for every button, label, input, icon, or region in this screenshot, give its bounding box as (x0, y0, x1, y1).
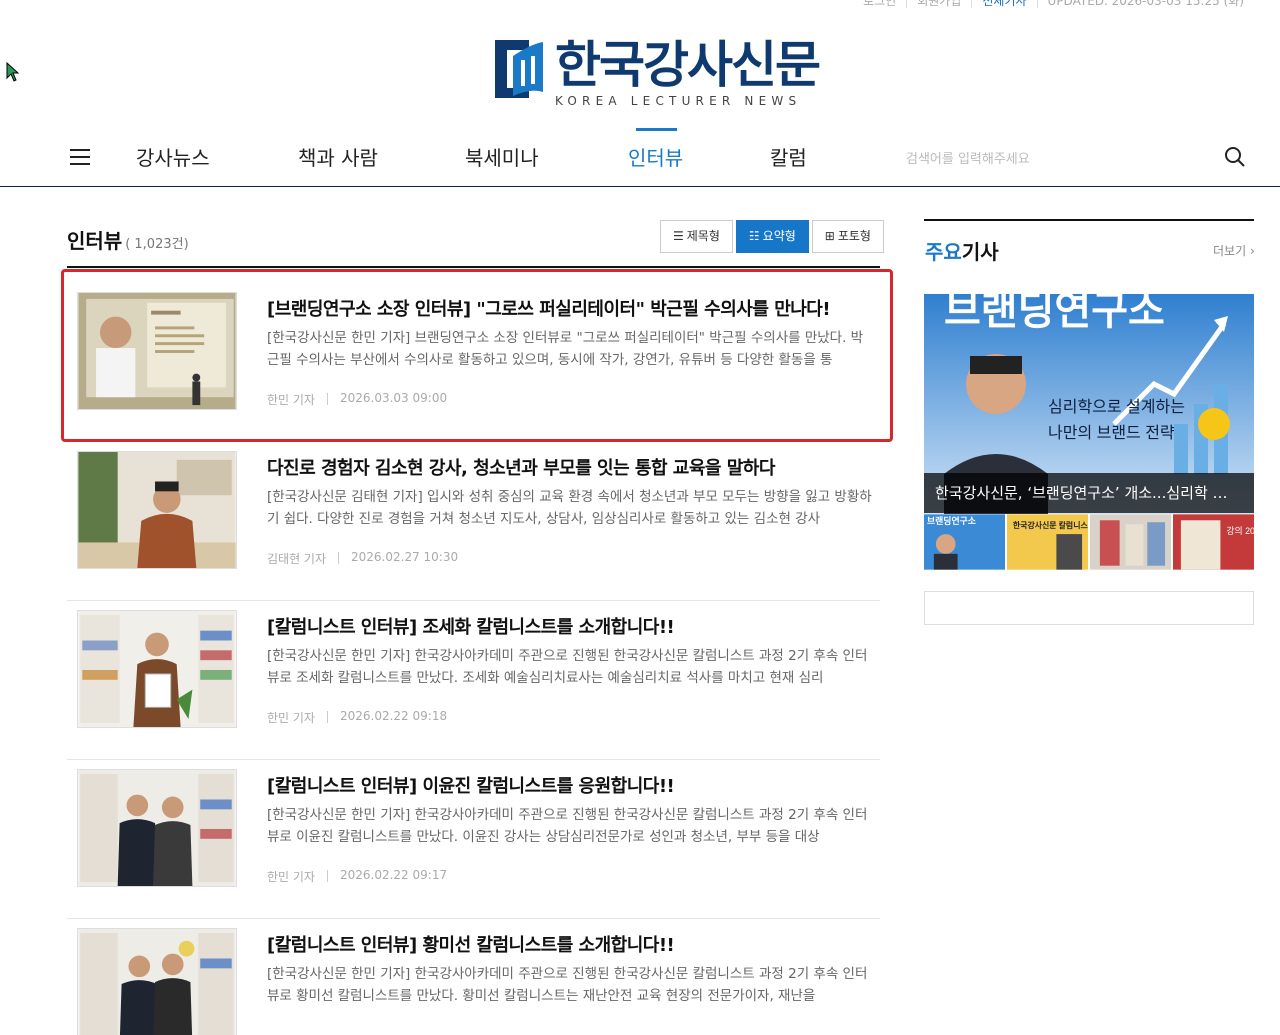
menu-icon[interactable] (70, 149, 90, 165)
featured-article-caption[interactable]: 한국강사신문, ‘브랜딩연구소’ 개소...심리학 … (924, 473, 1254, 513)
article-meta: 김태현 기자 2026.02.27 10:30 (267, 550, 458, 567)
feature-banner-title: 브랜딩연구소 (944, 294, 1165, 333)
list-divider (67, 266, 880, 268)
utility-bar: 로그인 회원가입 전체기사 UPDATED. 2026-03-03 15:25 … (853, 0, 1254, 8)
article-title[interactable]: [칼럼니스트 인터뷰] 이윤진 칼럼니스트를 응원합니다!! (267, 772, 675, 798)
feature-banner-line2: 나만의 브랜드 전략 (1048, 424, 1175, 442)
article-thumbnail[interactable] (77, 769, 237, 887)
logo-korean-text: 한국강사신문 (555, 36, 821, 94)
article-title[interactable]: [브랜딩연구소 소장 인터뷰] "그로쓰 퍼실리테이터" 박근필 수의사를 만나… (267, 295, 831, 321)
article-date: 2026.03.03 09:00 (339, 391, 448, 405)
mini-caption: 강의 2026 (1226, 526, 1254, 536)
article-meta: 한민 기자 2026.02.22 09:18 (267, 709, 447, 726)
updated-timestamp: UPDATED. 2026-03-03 15:25 (화) (1036, 0, 1254, 8)
article-author: 김태현 기자 (267, 552, 327, 566)
article-title[interactable]: 다진로 경험자 김소현 강사, 청소년과 부모를 잇는 통합 교육을 말하다 (267, 454, 775, 480)
article-author: 한민 기자 (267, 870, 315, 884)
search-icon[interactable] (1224, 146, 1246, 168)
main-nav: 강사뉴스 책과 사람 북세미나 인터뷰 칼럼 검색어를 입력해주세요 (0, 128, 1280, 187)
mini-thumb[interactable]: 강의 2026 (1173, 514, 1254, 570)
article-date: 2026.02.22 09:18 (339, 709, 448, 723)
mini-thumb[interactable]: 브랜딩연구소 (924, 514, 1005, 570)
article-summary: [한국강사신문 한민 기자] 브랜딩연구소 소장 인터뷰로 "그로쓰 퍼실리테이… (267, 330, 864, 368)
article-count: ( 1,023건) (125, 237, 189, 252)
join-link[interactable]: 회원가입 (906, 0, 971, 8)
view-toggle: ☰ 제목형 ☷ 요약형 ⊞ 포토형 (660, 220, 884, 253)
article-date: 2026.02.22 09:17 (339, 868, 448, 882)
nav-item-interview[interactable]: 인터뷰 (628, 142, 683, 171)
mini-thumb[interactable]: 한국강사신문 칼럼니스트 과정 (1007, 514, 1088, 570)
article-date: 2026.02.27 10:30 (351, 550, 459, 564)
article-meta: 한민 기자 2026.02.22 09:17 (267, 868, 447, 885)
nav-item-book-seminar[interactable]: 북세미나 (465, 142, 539, 171)
section-title: 인터뷰( 1,023건) (67, 229, 189, 253)
mini-caption: 브랜딩연구소 (927, 515, 976, 526)
article-author: 한민 기자 (267, 393, 315, 407)
sidebar-more-link[interactable]: 더보기 › (1213, 242, 1255, 259)
article-summary: [한국강사신문 한민 기자] 한국강사아카데미 주관으로 진행된 한국강사신문 … (267, 807, 868, 845)
article-item[interactable]: [칼럼니스트 인터뷰] 황미선 칼럼니스트를 소개합니다!! [한국강사신문 한… (67, 919, 880, 1035)
article-thumbnail[interactable] (77, 292, 237, 410)
article-title[interactable]: [칼럼니스트 인터뷰] 조세화 칼럼니스트를 소개합니다!! (267, 613, 675, 639)
article-item[interactable]: [칼럼니스트 인터뷰] 이윤진 칼럼니스트를 응원합니다!! [한국강사신문 한… (67, 760, 880, 919)
view-summary-button[interactable]: ☷ 요약형 (735, 220, 809, 253)
mini-thumb[interactable] (1090, 514, 1171, 570)
site-logo[interactable]: 한국강사신문 KOREA LECTURER NEWS (495, 36, 821, 108)
sidebar-title: 주요기사 (925, 240, 999, 264)
nav-item-lecturer-news[interactable]: 강사뉴스 (136, 142, 210, 171)
sidebar-empty-box (924, 591, 1254, 625)
mini-caption: 한국강사신문 칼럼니스트 과정 (1013, 520, 1088, 530)
article-summary: [한국강사신문 한민 기자] 한국강사아카데미 주관으로 진행된 한국강사신문 … (267, 966, 868, 1004)
article-thumbnail[interactable] (77, 610, 237, 728)
search-input[interactable]: 검색어를 입력해주세요 (906, 148, 1030, 167)
login-link[interactable]: 로그인 (853, 0, 906, 8)
sidebar-divider (924, 219, 1254, 221)
nav-item-books-people[interactable]: 책과 사람 (298, 142, 378, 171)
article-item[interactable]: [칼럼니스트 인터뷰] 조세화 칼럼니스트를 소개합니다!! [한국강사신문 한… (67, 601, 880, 760)
list-icon: ☰ (673, 229, 684, 243)
logo-mark-icon (495, 40, 543, 98)
article-item[interactable]: 다진로 경험자 김소현 강사, 청소년과 부모를 잇는 통합 교육을 말하다 [… (67, 442, 880, 601)
view-title-button[interactable]: ☰ 제목형 (660, 220, 733, 253)
grid-icon: ⊞ (824, 229, 835, 243)
view-photo-button[interactable]: ⊞ 포토형 (811, 220, 884, 253)
active-nav-indicator (636, 128, 677, 131)
feature-banner-line1: 심리학으로 설계하는 (1048, 398, 1185, 416)
article-thumbnail[interactable] (77, 928, 237, 1035)
summary-icon: ☷ (748, 229, 760, 243)
article-title[interactable]: [칼럼니스트 인터뷰] 황미선 칼럼니스트를 소개합니다!! (267, 931, 675, 957)
article-summary: [한국강사신문 한민 기자] 한국강사아카데미 주관으로 진행된 한국강사신문 … (267, 648, 868, 686)
article-meta: 한민 기자 2026.03.03 09:00 (267, 391, 447, 408)
nav-item-column[interactable]: 칼럼 (770, 142, 807, 171)
article-author: 한민 기자 (267, 711, 315, 725)
featured-thumbnails: 브랜딩연구소 한국강사신문 칼럼니스트 과정 강의 2026 (924, 514, 1254, 570)
logo-english-text: KOREA LECTURER NEWS (555, 94, 802, 108)
mouse-cursor-icon (6, 62, 20, 82)
article-thumbnail[interactable] (77, 451, 237, 569)
article-item[interactable]: [브랜딩연구소 소장 인터뷰] "그로쓰 퍼실리테이터" 박근필 수의사를 만나… (67, 283, 880, 442)
all-articles-link[interactable]: 전체기사 (971, 0, 1036, 8)
article-summary: [한국강사신문 김태현 기자] 입시와 성취 중심의 교육 환경 속에서 청소년… (267, 489, 872, 527)
